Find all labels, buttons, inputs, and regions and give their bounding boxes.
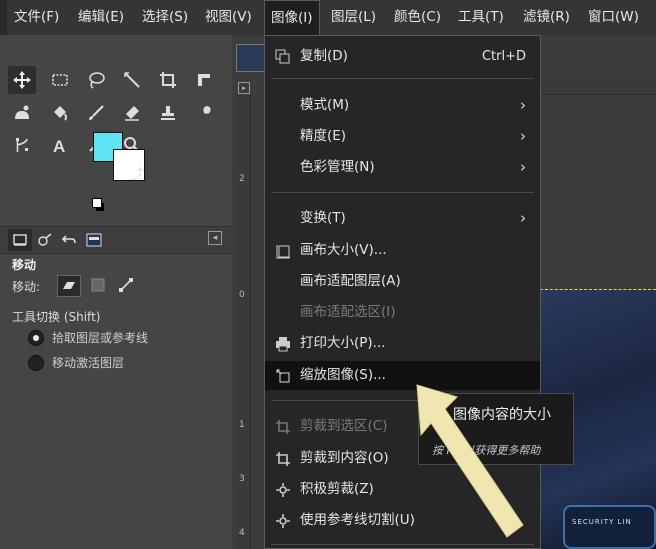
text-tool-icon[interactable]: A <box>46 131 74 159</box>
tool-options-tab-icon[interactable] <box>8 229 32 251</box>
crop-icon <box>276 452 290 466</box>
menu-colors[interactable]: 颜色(C) <box>388 0 447 35</box>
lasso-icon[interactable] <box>82 66 110 94</box>
menu-view[interactable]: 视图(V) <box>199 0 258 35</box>
transform-icon[interactable] <box>190 66 218 94</box>
menu-item-label: 打印大小(P)... <box>300 335 386 351</box>
rect-select-icon[interactable] <box>46 66 74 94</box>
menu-image[interactable]: 图像(I) <box>264 0 320 35</box>
submenu-arrow-icon: › <box>520 127 526 145</box>
submenu-arrow-icon: › <box>520 96 526 114</box>
device-status-tab-icon[interactable] <box>33 229 57 251</box>
annotation-arrow-icon <box>416 384 524 538</box>
move-mode-label: 移动: <box>12 280 41 294</box>
dock-tabs: ◂ <box>0 226 232 254</box>
paintbrush-icon[interactable] <box>82 99 110 127</box>
pick-layer-radio[interactable] <box>28 330 44 346</box>
menu-item-label: 画布适配选区(I) <box>300 304 396 320</box>
menu-filters[interactable]: 滤镜(R) <box>517 0 576 35</box>
bucket-fill-icon[interactable] <box>46 99 74 127</box>
ruler-label: 2 <box>239 174 245 184</box>
svg-text:A: A <box>53 137 65 155</box>
menu-item-label: 剪裁到内容(O) <box>300 450 389 466</box>
menu-item-label: 画布大小(V)... <box>300 242 387 258</box>
menu-item-label: 画布适配图层(A) <box>300 273 401 289</box>
crop-icon <box>276 420 290 434</box>
ruler-label: 3 <box>239 474 245 484</box>
swap-colors-icon[interactable]: ⤴ <box>130 164 144 184</box>
menubar-edge <box>0 0 7 35</box>
move-active-layer-radio[interactable] <box>28 355 44 371</box>
menu-edit[interactable]: 编辑(E) <box>72 0 130 35</box>
ruler-label: 0 <box>239 290 245 300</box>
canvas-image-badge-text: SECURITY LIN <box>572 518 632 526</box>
ruler-label: 4 <box>239 528 245 538</box>
submenu-arrow-icon: › <box>520 209 526 227</box>
menu-item-label: 模式(M) <box>300 97 350 113</box>
print-icon <box>276 337 290 352</box>
menu-item-label: 色彩管理(N) <box>300 159 375 175</box>
warp-icon[interactable] <box>8 99 36 127</box>
default-colors-icon[interactable] <box>92 198 102 208</box>
smudge-icon[interactable] <box>190 99 218 127</box>
dock-menu-arrow-icon[interactable]: ◂ <box>208 231 222 245</box>
menu-item-label: 精度(E) <box>300 128 347 144</box>
menu-layer[interactable]: 图层(L) <box>325 0 382 35</box>
move-active-layer-label: 移动激活图层 <box>52 356 125 370</box>
menu-item-fit-canvas-to-selection: 画布适配选区(I) <box>265 298 540 327</box>
pick-layer-label: 拾取图层或参考线 <box>52 331 149 345</box>
move-selection-mode-icon[interactable] <box>87 275 109 295</box>
menu-select[interactable]: 选择(S) <box>136 0 194 35</box>
menu-item-duplicate[interactable]: 复制(D) Ctrl+D <box>265 42 540 71</box>
move-layer-mode-icon[interactable] <box>57 275 81 297</box>
submenu-arrow-icon: › <box>520 158 526 176</box>
menu-item-fit-canvas-to-layers[interactable]: 画布适配图层(A) <box>265 267 540 296</box>
tool-toggle-label: 工具切换 (Shift) <box>12 310 101 324</box>
menu-item-label: 剪裁到选区(C) <box>300 418 388 434</box>
menu-item-precision[interactable]: 精度(E) › <box>265 122 540 151</box>
menu-separator <box>271 78 534 79</box>
move-path-mode-icon[interactable] <box>115 275 137 295</box>
images-tab-icon[interactable] <box>82 229 106 251</box>
canvas-image-badge <box>563 505 656 549</box>
menu-item-color-management[interactable]: 色彩管理(N) › <box>265 153 540 182</box>
zealous-crop-icon <box>276 483 290 497</box>
menu-item-print-size[interactable]: 打印大小(P)... <box>265 329 540 358</box>
menu-item-canvas-size[interactable]: 画布大小(V)... <box>265 236 540 265</box>
quick-mask-toggle-icon[interactable]: ▸ <box>238 82 250 94</box>
eraser-icon[interactable] <box>118 99 146 127</box>
tool-options-title: 移动 <box>12 258 37 272</box>
menu-item-label: 积极剪裁(Z) <box>300 481 374 497</box>
menu-item-transform[interactable]: 变换(T) › <box>265 204 540 233</box>
menu-item-label: 复制(D) <box>300 48 348 64</box>
crop-icon[interactable] <box>154 66 182 94</box>
scale-image-icon <box>276 369 290 383</box>
canvas-size-icon <box>276 245 290 259</box>
slice-guides-icon <box>276 514 290 528</box>
move-tool-icon[interactable] <box>8 66 36 94</box>
menubar: 文件(F) 编辑(E) 选择(S) 视图(V) 图像(I) 图层(L) 颜色(C… <box>0 0 656 35</box>
menu-separator <box>271 192 534 193</box>
menu-item-mode[interactable]: 模式(M) › <box>265 91 540 120</box>
clone-icon[interactable] <box>154 99 182 127</box>
fuzzy-select-icon[interactable] <box>118 66 146 94</box>
paths-icon[interactable] <box>8 131 36 159</box>
duplicate-icon <box>275 49 290 64</box>
menu-tools[interactable]: 工具(T) <box>452 0 510 35</box>
shortcut-label: Ctrl+D <box>481 49 526 64</box>
menu-windows[interactable]: 窗口(W) <box>582 0 645 35</box>
undo-history-tab-icon[interactable] <box>57 229 81 251</box>
menu-file[interactable]: 文件(F) <box>8 0 65 35</box>
ruler-label: 1 <box>239 420 245 430</box>
menu-item-label: 缩放图像(S)... <box>300 367 386 383</box>
menu-item-label: 变换(T) <box>300 210 346 226</box>
horizontal-ruler[interactable] <box>540 80 656 95</box>
